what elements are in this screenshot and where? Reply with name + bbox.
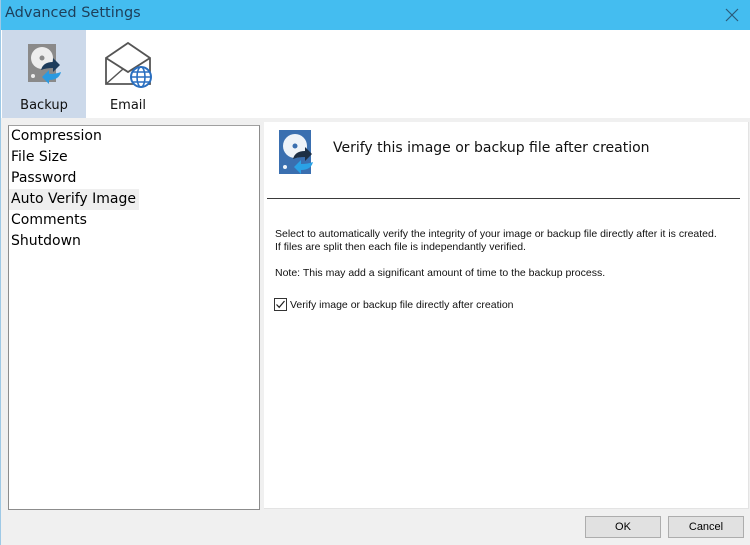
tab-email-label: Email (109, 98, 147, 113)
close-button[interactable] (721, 4, 743, 26)
email-globe-icon (105, 41, 152, 88)
title-bar[interactable]: Advanced Settings (1, 0, 750, 30)
verify-disk-icon (279, 130, 313, 174)
verify-after-creation-label: Verify image or backup file directly aft… (290, 298, 514, 311)
list-item-comments[interactable]: Comments (9, 210, 90, 231)
panel-description: Select to automatically verify the integ… (275, 228, 717, 253)
backup-disk-icon (28, 44, 61, 84)
list-item-file-size[interactable]: File Size (9, 147, 71, 168)
close-icon (725, 8, 739, 22)
window-title: Advanced Settings (5, 5, 141, 21)
checkmark-icon (276, 300, 285, 309)
panel-note: Note: This may add a significant amount … (275, 267, 606, 279)
category-toolbar: Backup Email (1, 30, 750, 118)
heading-divider (267, 198, 740, 199)
cancel-button[interactable]: Cancel (668, 516, 744, 538)
list-item-password[interactable]: Password (9, 168, 79, 189)
advanced-settings-dialog: Advanced Settings Backup Email Compressi… (0, 0, 750, 545)
ok-button[interactable]: OK (585, 516, 661, 538)
tab-backup[interactable]: Backup (2, 30, 86, 118)
verify-after-creation-option[interactable]: Verify image or backup file directly aft… (274, 297, 514, 312)
verify-after-creation-checkbox[interactable] (274, 298, 287, 311)
tab-backup-label: Backup (20, 98, 68, 113)
settings-panel: Verify this image or backup file after c… (264, 122, 749, 509)
list-item-auto-verify-image[interactable]: Auto Verify Image (9, 189, 139, 210)
panel-heading: Verify this image or backup file after c… (333, 140, 650, 156)
tab-email[interactable]: Email (86, 30, 170, 118)
list-item-shutdown[interactable]: Shutdown (9, 231, 84, 252)
list-item-compression[interactable]: Compression (9, 126, 105, 147)
settings-category-list[interactable]: Compression File Size Password Auto Veri… (8, 125, 260, 510)
